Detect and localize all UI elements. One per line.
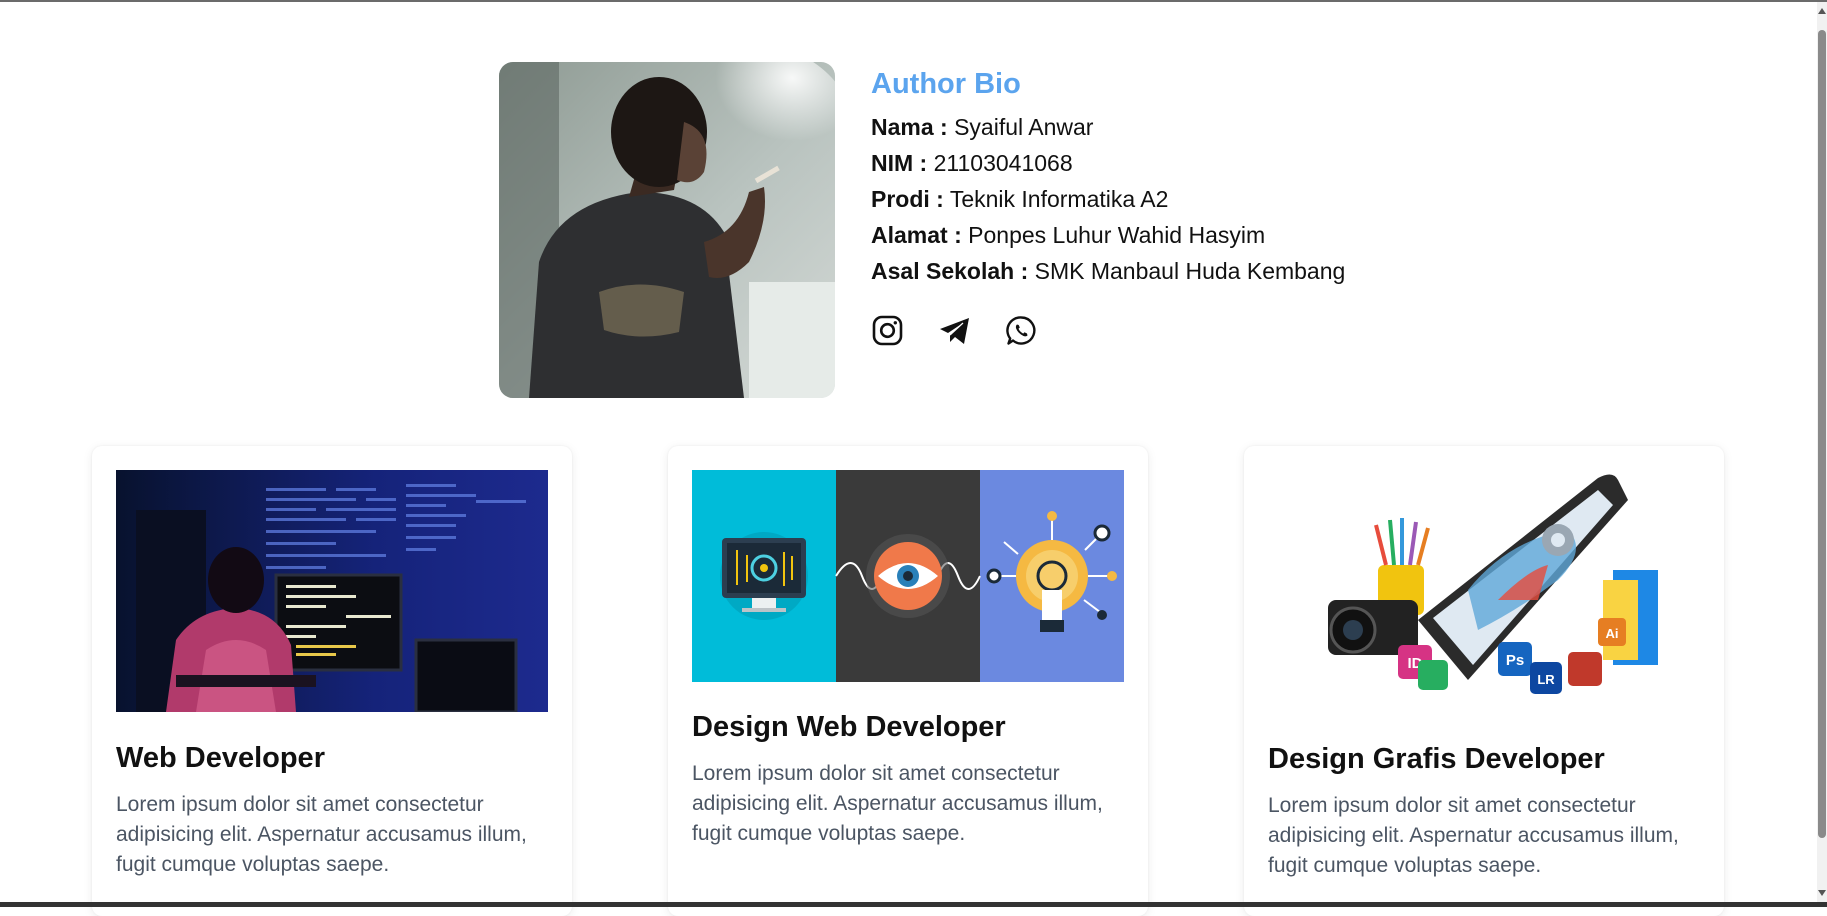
bio-value: Ponpes Luhur Wahid Hasyim	[968, 222, 1266, 248]
bio-value: SMK Manbaul Huda Kembang	[1034, 258, 1346, 284]
bio-label: Alamat :	[871, 222, 962, 248]
card-design-grafis-developer: ID Ps LR Ai Design Grafis Developer Lore…	[1244, 446, 1724, 916]
scrollbar-thumb[interactable]	[1818, 30, 1826, 838]
bio-label: Asal Sekolah :	[871, 258, 1029, 284]
bio-row-prodi: Prodi : Teknik Informatika A2	[871, 181, 1571, 217]
bio-label: Prodi :	[871, 186, 944, 212]
scroll-down-icon[interactable]	[1818, 890, 1826, 896]
bio-row-asal-sekolah: Asal Sekolah : SMK Manbaul Huda Kembang	[871, 253, 1571, 289]
card-design-web-developer: Design Web Developer Lorem ipsum dolor s…	[668, 446, 1148, 916]
window-top-border	[0, 0, 1827, 2]
card-title: Design Web Developer	[692, 711, 1006, 743]
bio-label: NIM :	[871, 150, 928, 176]
badge-text: LR	[1537, 672, 1555, 687]
bio-row-nama: Nama : Syaiful Anwar	[871, 109, 1571, 145]
instagram-icon[interactable]	[872, 315, 903, 346]
badge-text: Ps	[1506, 652, 1524, 669]
card-web-developer: Web Developer Lorem ipsum dolor sit amet…	[92, 446, 572, 916]
author-bio: Author Bio Nama : Syaiful Anwar NIM : 21…	[871, 66, 1571, 346]
vertical-scrollbar[interactable]	[1817, 2, 1827, 902]
bio-label: Nama :	[871, 114, 948, 140]
whatsapp-icon[interactable]	[1006, 315, 1037, 346]
card-image-design-grafis: ID Ps LR Ai	[1268, 470, 1700, 706]
card-title: Web Developer	[116, 742, 325, 774]
social-links	[871, 315, 1571, 346]
card-image-design-web	[692, 470, 1124, 682]
window-bottom-border	[0, 902, 1827, 907]
badge-text: Ai	[1606, 626, 1619, 641]
bio-row-nim: NIM : 21103041068	[871, 145, 1571, 181]
bio-value: Syaiful Anwar	[954, 114, 1094, 140]
bio-value: Teknik Informatika A2	[949, 186, 1169, 212]
card-text: Lorem ipsum dolor sit amet consectetur a…	[1268, 794, 1679, 877]
telegram-icon[interactable]	[939, 315, 970, 346]
card-text: Lorem ipsum dolor sit amet consectetur a…	[116, 793, 527, 876]
bio-title: Author Bio	[871, 68, 1021, 100]
card-title: Design Grafis Developer	[1268, 743, 1605, 775]
scroll-up-icon[interactable]	[1818, 8, 1826, 14]
card-text: Lorem ipsum dolor sit amet consectetur a…	[692, 762, 1103, 845]
bio-row-alamat: Alamat : Ponpes Luhur Wahid Hasyim	[871, 217, 1571, 253]
author-photo	[499, 62, 835, 398]
bio-value: 21103041068	[933, 150, 1073, 176]
card-image-coder	[116, 470, 548, 712]
